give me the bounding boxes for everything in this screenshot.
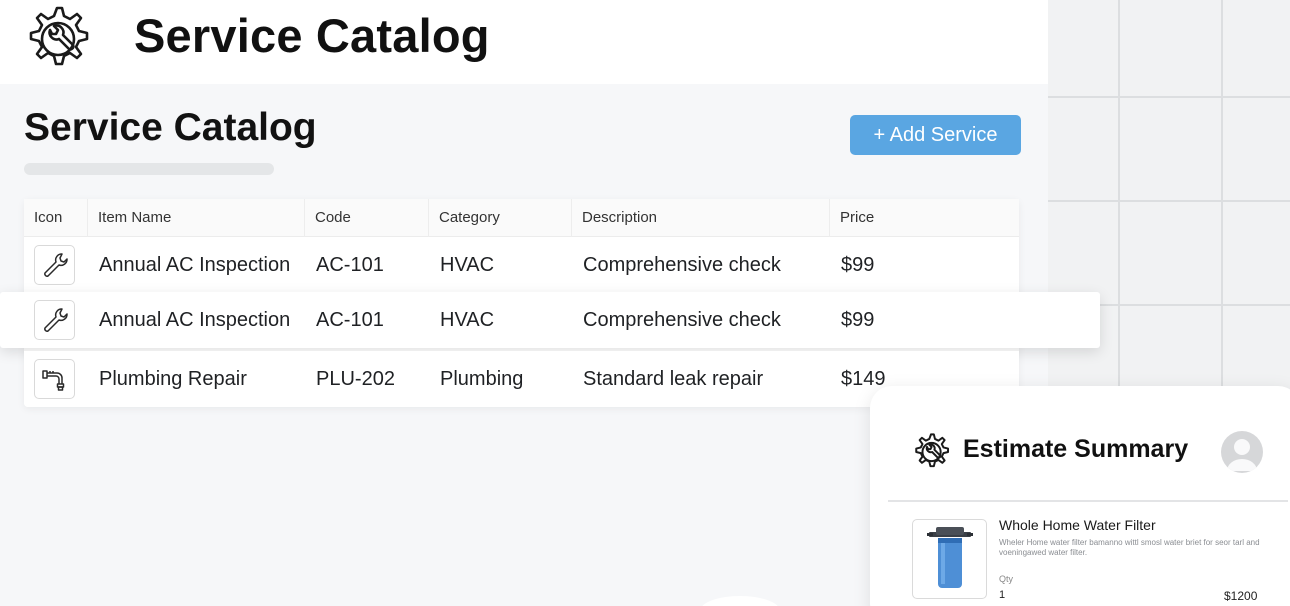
table-row[interactable]: Annual AC Inspection AC-101 HVAC Compreh… xyxy=(24,237,1019,293)
card-divider xyxy=(888,500,1288,502)
column-header-price[interactable]: Price xyxy=(830,199,1019,237)
table-row[interactable]: Plumbing Repair PLU-202 Plumbing Standar… xyxy=(24,351,1019,407)
wrench-icon xyxy=(34,245,75,285)
gear-wrench-icon xyxy=(20,4,94,74)
item-code: PLU-202 xyxy=(316,368,395,390)
item-price: $99 xyxy=(841,309,875,331)
app-header: Service Catalog xyxy=(0,0,1048,84)
item-code: AC-101 xyxy=(316,309,384,331)
table-row-highlighted[interactable]: Annual AC Inspection AC-101 HVAC Compreh… xyxy=(0,292,1100,348)
wrench-icon xyxy=(34,300,75,340)
estimate-item-price: $1200 xyxy=(1224,589,1258,603)
item-price: $99 xyxy=(841,254,875,276)
item-description: Comprehensive check xyxy=(583,254,781,276)
column-header-category[interactable]: Category xyxy=(429,199,572,237)
user-avatar-icon[interactable] xyxy=(1221,431,1263,473)
estimate-item-description: Wheler Home water filter bamanno wittl s… xyxy=(999,538,1260,557)
item-name: Annual AC Inspection xyxy=(99,254,291,276)
table-header: Icon Item Name Code Category Description… xyxy=(24,199,1019,237)
column-header-description[interactable]: Description xyxy=(572,199,830,237)
title-placeholder-bar xyxy=(24,163,274,175)
column-header-icon[interactable]: Icon xyxy=(24,199,88,237)
column-header-item-name[interactable]: Item Name xyxy=(88,199,305,237)
page-title: Service Catalog xyxy=(24,106,317,149)
item-description: Comprehensive check xyxy=(583,309,781,331)
item-category: Plumbing xyxy=(440,368,524,390)
add-service-button[interactable]: + Add Service xyxy=(850,115,1021,155)
column-header-code[interactable]: Code xyxy=(305,199,429,237)
estimate-summary-card: Estimate Summary Whole Home Water Filter… xyxy=(870,386,1290,606)
item-category: HVAC xyxy=(440,254,495,276)
estimate-summary-title: Estimate Summary xyxy=(963,435,1189,463)
qty-value[interactable]: 1 xyxy=(999,589,1005,601)
item-description: Standard leak repair xyxy=(583,368,764,390)
water-filter-icon xyxy=(912,519,987,599)
item-category: HVAC xyxy=(440,309,495,331)
item-name: Plumbing Repair xyxy=(99,368,247,390)
pipe-faucet-icon xyxy=(34,359,75,399)
app-title: Service Catalog xyxy=(134,9,490,62)
item-code: AC-101 xyxy=(316,254,384,276)
item-name: Annual AC Inspection xyxy=(99,309,291,331)
estimate-item-name: Whole Home Water Filter xyxy=(999,517,1156,533)
qty-label: Qty xyxy=(999,574,1014,584)
gear-wrench-icon xyxy=(910,431,952,473)
